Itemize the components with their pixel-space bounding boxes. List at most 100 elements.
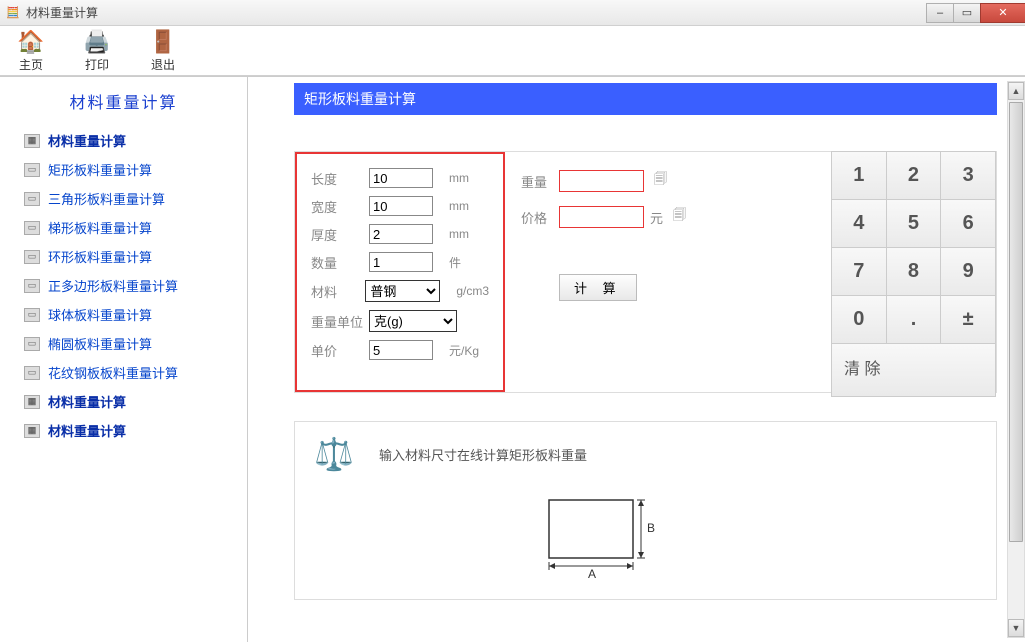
- panel-header: 矩形板料重量计算: [294, 83, 997, 115]
- sidebar-item-label: 梯形板料重量计算: [48, 218, 152, 237]
- dim-a-label: A: [588, 567, 596, 581]
- width-label: 宽度: [311, 197, 367, 216]
- sidebar-item-root-1[interactable]: ▦ 材料重量计算: [24, 131, 239, 150]
- weight-output-label: 重量: [521, 172, 553, 191]
- sidebar-item-label: 材料重量计算: [48, 131, 126, 150]
- vertical-scrollbar[interactable]: ▲ ▼: [1007, 81, 1025, 638]
- key-6[interactable]: 6: [940, 199, 996, 248]
- quantity-unit: 件: [449, 254, 461, 271]
- quantity-input[interactable]: [369, 252, 433, 272]
- maximize-button[interactable]: ▭: [953, 3, 981, 23]
- calc-area: 长度 mm 宽度 mm 厚度 mm 数量: [294, 151, 997, 393]
- sidebar-item-sphere[interactable]: ▭球体板料重量计算: [24, 305, 239, 324]
- home-label: 主页: [19, 56, 43, 73]
- scroll-thumb[interactable]: [1009, 102, 1023, 542]
- key-0[interactable]: 0: [831, 295, 887, 344]
- item-icon: ▭: [24, 250, 40, 264]
- price-output-unit: 元: [650, 208, 663, 227]
- sidebar-item-root-3[interactable]: ▦ 材料重量计算: [24, 421, 239, 440]
- item-icon: ▭: [24, 192, 40, 206]
- key-2[interactable]: 2: [886, 151, 942, 200]
- key-3[interactable]: 3: [940, 151, 996, 200]
- app-icon: 🧮: [6, 6, 20, 20]
- copy-icon[interactable]: 🗐: [654, 170, 667, 192]
- sidebar: 材料重量计算 ▦ 材料重量计算 ▭ 矩形板料重量计算 ▭三角形板料重量计算 ▭ 梯形板…: [0, 77, 248, 642]
- scroll-track[interactable]: [1008, 100, 1024, 619]
- sidebar-title: 材料重量计算: [8, 89, 239, 113]
- close-button[interactable]: ✕: [980, 3, 1025, 23]
- material-label: 材料: [311, 282, 363, 301]
- unit-price-input[interactable]: [369, 340, 433, 360]
- material-select[interactable]: 普钢: [365, 280, 440, 302]
- key-8[interactable]: 8: [886, 247, 942, 296]
- output-panel: 重量 🗐 价格 元 🗐 计 算: [505, 152, 831, 392]
- keypad: 1 2 3 4 5 6 7 8 9 0 . ± 清 除: [831, 152, 996, 392]
- print-label: 打印: [85, 56, 109, 73]
- key-5[interactable]: 5: [886, 199, 942, 248]
- key-1[interactable]: 1: [831, 151, 887, 200]
- key-dot[interactable]: .: [886, 295, 942, 344]
- home-button[interactable]: 🏠 主页: [18, 29, 44, 73]
- item-icon: ▭: [24, 366, 40, 380]
- folder-icon: ▦: [24, 424, 40, 438]
- key-9[interactable]: 9: [940, 247, 996, 296]
- key-4[interactable]: 4: [831, 199, 887, 248]
- nav-list: ▦ 材料重量计算 ▭ 矩形板料重量计算 ▭三角形板料重量计算 ▭ 梯形板料重量计算 ▭…: [8, 131, 239, 440]
- sidebar-item-label: 环形板料重量计算: [48, 247, 152, 266]
- minimize-button[interactable]: –: [926, 3, 954, 23]
- length-unit: mm: [449, 171, 469, 185]
- sidebar-item-ellipse[interactable]: ▭椭圆板料重量计算: [24, 334, 239, 353]
- copy-icon[interactable]: 🗐: [673, 206, 686, 228]
- calculate-button[interactable]: 计 算: [559, 274, 637, 301]
- unit-price-unit: 元/Kg: [449, 342, 479, 359]
- price-output-label: 价格: [521, 208, 553, 227]
- print-button[interactable]: 🖨️ 打印: [84, 29, 110, 73]
- unit-price-label: 单价: [311, 341, 367, 360]
- length-input[interactable]: [369, 168, 433, 188]
- key-plusminus[interactable]: ±: [940, 295, 996, 344]
- weight-output[interactable]: [559, 170, 644, 192]
- folder-icon: ▦: [24, 134, 40, 148]
- item-icon: ▭: [24, 337, 40, 351]
- sidebar-item-triangle[interactable]: ▭三角形板料重量计算: [24, 189, 239, 208]
- key-7[interactable]: 7: [831, 247, 887, 296]
- item-icon: ▭: [24, 163, 40, 177]
- sidebar-item-checkered[interactable]: ▭ 花纹钢板板料重量计算: [24, 363, 239, 382]
- thickness-input[interactable]: [369, 224, 433, 244]
- sidebar-item-rect[interactable]: ▭ 矩形板料重量计算: [24, 160, 239, 179]
- width-input[interactable]: [369, 196, 433, 216]
- sidebar-item-label: 球体板料重量计算: [48, 305, 152, 324]
- printer-icon: 🖨️: [84, 29, 110, 55]
- exit-button[interactable]: 🚪 退出: [150, 29, 176, 73]
- input-panel: 长度 mm 宽度 mm 厚度 mm 数量: [295, 152, 505, 392]
- sidebar-item-label: 材料重量计算: [48, 421, 126, 440]
- sidebar-item-root-2[interactable]: ▦ 材料重量计算: [24, 392, 239, 411]
- window-controls: – ▭ ✕: [926, 3, 1025, 23]
- weight-unit-label: 重量单位: [311, 312, 367, 331]
- scroll-down-button[interactable]: ▼: [1008, 619, 1024, 637]
- width-unit: mm: [449, 199, 469, 213]
- dim-b-label: B: [647, 521, 655, 535]
- titlebar: 🧮 材料重量计算 – ▭ ✕: [0, 0, 1025, 26]
- item-icon: ▭: [24, 221, 40, 235]
- folder-icon: ▦: [24, 395, 40, 409]
- material-unit: g/cm3: [456, 284, 489, 298]
- price-output[interactable]: [559, 206, 644, 228]
- home-icon: 🏠: [18, 29, 44, 55]
- door-icon: 🚪: [150, 29, 176, 55]
- exit-label: 退出: [151, 56, 175, 73]
- weight-unit-select[interactable]: 克(g): [369, 310, 457, 332]
- sidebar-item-label: 材料重量计算: [48, 392, 126, 411]
- scroll-up-button[interactable]: ▲: [1008, 82, 1024, 100]
- sidebar-item-label: 花纹钢板板料重量计算: [48, 363, 178, 382]
- length-label: 长度: [311, 169, 367, 188]
- sidebar-item-label: 矩形板料重量计算: [48, 160, 152, 179]
- thickness-label: 厚度: [311, 225, 367, 244]
- sidebar-item-polygon[interactable]: ▭正多边形板料重量计算: [24, 276, 239, 295]
- key-clear[interactable]: 清 除: [831, 343, 996, 397]
- main: 材料重量计算 ▦ 材料重量计算 ▭ 矩形板料重量计算 ▭三角形板料重量计算 ▭ 梯形板…: [0, 76, 1025, 642]
- content: 矩形板料重量计算 长度 mm 宽度 mm 厚度: [248, 77, 1025, 642]
- sidebar-item-ring[interactable]: ▭ 环形板料重量计算: [24, 247, 239, 266]
- item-icon: ▭: [24, 279, 40, 293]
- sidebar-item-trapezoid[interactable]: ▭ 梯形板料重量计算: [24, 218, 239, 237]
